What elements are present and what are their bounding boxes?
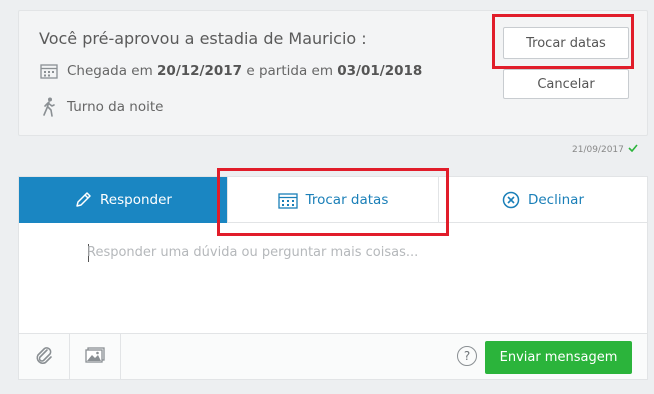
arrival-prefix: Chegada em bbox=[67, 63, 153, 79]
check-icon bbox=[628, 144, 638, 155]
message-input[interactable]: Responder uma dúvida ou perguntar mais c… bbox=[87, 245, 418, 260]
send-message-button[interactable]: Enviar mensagem bbox=[485, 341, 632, 374]
paperclip-icon bbox=[35, 345, 53, 369]
reservation-title: Você pré-aprovou a estadia de Mauricio : bbox=[39, 29, 367, 48]
arrival-date: 20/12/2017 bbox=[157, 63, 243, 79]
tab-responder[interactable]: Responder bbox=[19, 177, 227, 223]
change-dates-button[interactable]: Trocar datas bbox=[503, 27, 629, 59]
message-timestamp: 21/09/2017 bbox=[572, 144, 638, 155]
composer-toolbar: ? Enviar mensagem bbox=[19, 333, 647, 380]
walking-person-icon bbox=[39, 97, 59, 117]
calendar-icon bbox=[39, 61, 59, 81]
timestamp-text: 21/09/2017 bbox=[572, 144, 624, 155]
tab-change-dates-label: Trocar datas bbox=[305, 192, 389, 208]
attach-button[interactable] bbox=[19, 334, 70, 380]
cancel-button[interactable]: Cancelar bbox=[503, 69, 629, 99]
x-circle-icon bbox=[502, 191, 520, 209]
shift-text: Turno da noite bbox=[67, 99, 164, 115]
tab-decline-label: Declinar bbox=[527, 192, 584, 208]
message-composer: Responder Trocar datas Declinar Responde… bbox=[18, 176, 648, 380]
shift-line: Turno da noite bbox=[39, 97, 163, 117]
departure-prefix: e partida em bbox=[246, 63, 333, 79]
tab-change-dates[interactable]: Trocar datas bbox=[227, 177, 439, 223]
pencil-icon bbox=[74, 191, 92, 209]
composer-tabs: Responder Trocar datas Declinar bbox=[19, 177, 647, 223]
image-upload-button[interactable] bbox=[70, 334, 121, 380]
dates-line: Chegada em 20/12/2017 e partida em 03/01… bbox=[39, 61, 422, 81]
image-icon bbox=[85, 347, 105, 367]
tab-responder-label: Responder bbox=[100, 192, 172, 208]
calendar-icon bbox=[277, 192, 298, 209]
departure-date: 03/01/2018 bbox=[337, 63, 423, 79]
help-icon[interactable]: ? bbox=[457, 346, 477, 366]
tab-decline[interactable]: Declinar bbox=[439, 177, 647, 223]
reservation-card: Você pré-aprovou a estadia de Mauricio :… bbox=[18, 10, 648, 136]
